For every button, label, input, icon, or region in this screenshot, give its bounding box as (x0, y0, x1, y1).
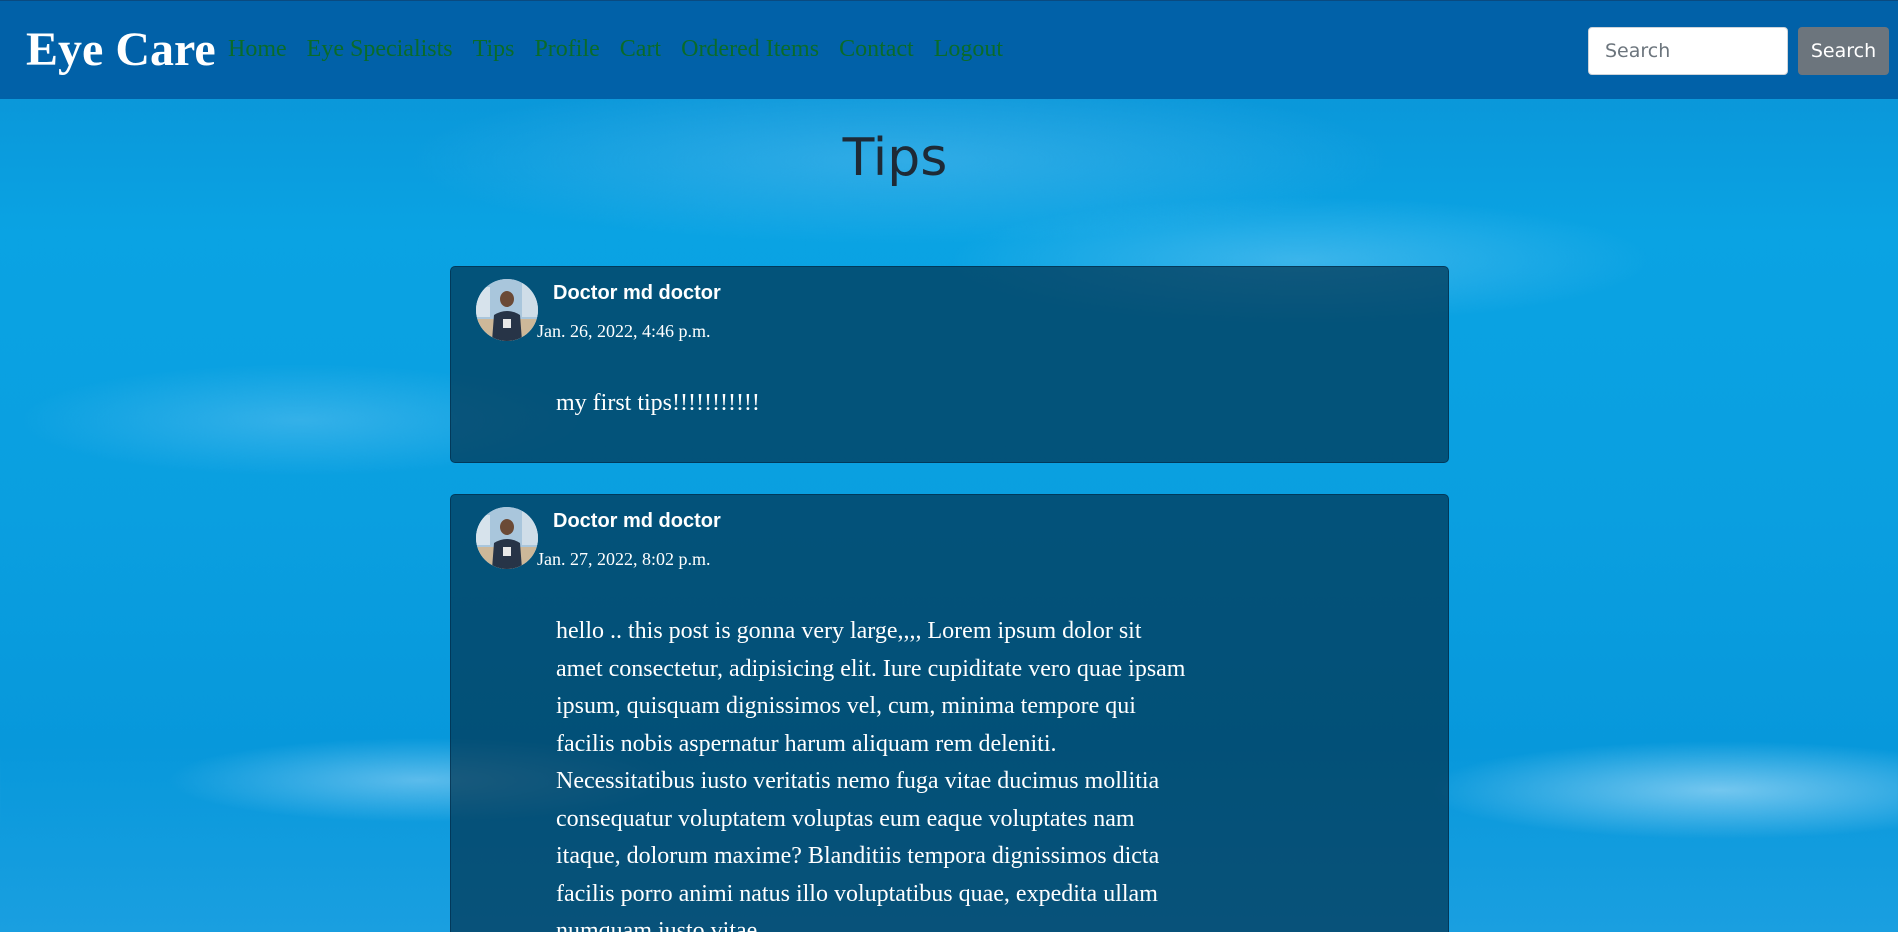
nav-link-tips[interactable]: Tips (473, 34, 515, 64)
author-avatar (476, 507, 538, 569)
navbar: Eye Care Home Eye Specialists Tips Profi… (0, 0, 1898, 99)
author-avatar (476, 279, 538, 341)
page-title: Tips (842, 128, 948, 188)
search-input[interactable] (1588, 27, 1788, 75)
nav-link-logout[interactable]: Logout (934, 34, 1003, 64)
author-name[interactable]: Doctor md doctor (553, 280, 721, 306)
nav-link-cart[interactable]: Cart (620, 34, 661, 64)
nav-link-ordered-items[interactable]: Ordered Items (681, 34, 819, 64)
nav-link-eye-specialists[interactable]: Eye Specialists (307, 34, 453, 64)
brand-logo[interactable]: Eye Care (26, 22, 216, 78)
author-name[interactable]: Doctor md doctor (553, 508, 721, 534)
search-button[interactable]: Search (1798, 27, 1889, 75)
nav-link-contact[interactable]: Contact (839, 34, 914, 64)
post-date: Jan. 26, 2022, 4:46 p.m. (537, 321, 711, 341)
nav-links: Home Eye Specialists Tips Profile Cart O… (228, 34, 1023, 64)
tip-card: Doctor md doctor Jan. 27, 2022, 8:02 p.m… (450, 494, 1449, 932)
nav-link-home[interactable]: Home (228, 34, 287, 64)
post-date: Jan. 27, 2022, 8:02 p.m. (537, 549, 711, 569)
tip-body: hello .. this post is gonna very large,,… (556, 618, 1186, 932)
tip-card: Doctor md doctor Jan. 26, 2022, 4:46 p.m… (450, 266, 1449, 463)
nav-link-profile[interactable]: Profile (534, 34, 599, 64)
tip-body: my first tips!!!!!!!!!!! (556, 390, 760, 416)
